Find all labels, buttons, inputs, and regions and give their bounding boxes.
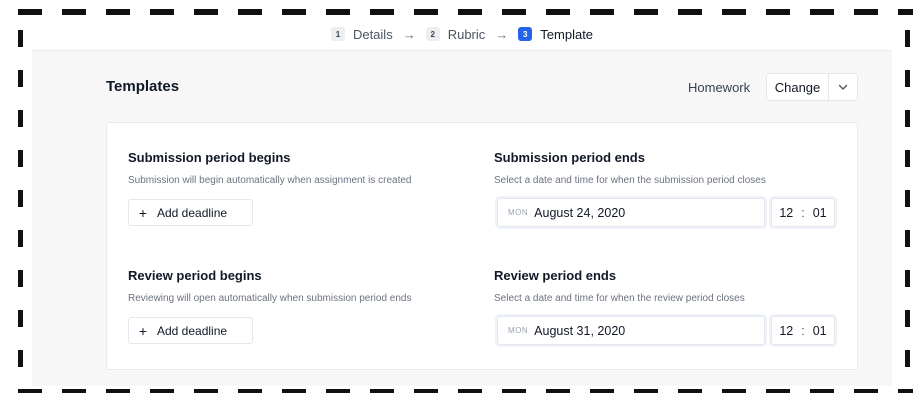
date-value: August 24, 2020	[534, 205, 626, 220]
section-title: Review period ends	[494, 268, 617, 283]
section-title: Submission period begins	[128, 150, 291, 165]
section-title: Review period begins	[128, 268, 262, 283]
time-separator: :	[801, 323, 805, 338]
dashed-frame-top	[18, 9, 913, 15]
selected-template-name: Homework	[688, 80, 751, 95]
step-number: 1	[330, 27, 345, 41]
step-label: Details	[352, 26, 393, 42]
weekday-label: MON	[508, 208, 529, 217]
review-begins-section: Review period begins Reviewing will open…	[128, 268, 411, 304]
section-description: Submission will begin automatically when…	[128, 175, 412, 186]
plus-icon: +	[138, 204, 148, 221]
template-change-dropdown[interactable]: Change	[766, 73, 858, 101]
step-label: Rubric	[447, 26, 486, 42]
submission-end-time-input[interactable]: 12 : 01	[771, 198, 835, 227]
chevron-down-icon[interactable]	[829, 74, 857, 100]
section-description: Select a date and time for when the subm…	[494, 175, 766, 186]
step-number: 3	[518, 27, 533, 41]
add-review-deadline-button[interactable]: + Add deadline	[128, 317, 253, 344]
section-title: Submission period ends	[494, 150, 645, 165]
template-page: 1 Details → 2 Rubric → 3 Template Templa…	[32, 18, 892, 386]
section-description: Select a date and time for when the revi…	[494, 293, 745, 304]
submission-end-date-input[interactable]: MON August 24, 2020	[497, 198, 765, 227]
button-label: Add deadline	[157, 323, 228, 338]
minute-value[interactable]: 01	[813, 206, 827, 220]
step-navigation: 1 Details → 2 Rubric → 3 Template	[32, 18, 892, 51]
section-description: Reviewing will open automatically when s…	[128, 293, 412, 304]
step-number: 2	[425, 27, 440, 41]
dashed-frame-left	[18, 30, 23, 382]
minute-value[interactable]: 01	[813, 324, 827, 338]
review-end-time-input[interactable]: 12 : 01	[771, 316, 835, 345]
add-submission-deadline-button[interactable]: + Add deadline	[128, 199, 253, 226]
change-template-button[interactable]: Change	[767, 74, 829, 100]
hour-value[interactable]: 12	[779, 324, 793, 338]
deadlines-card: Submission period begins Submission will…	[106, 122, 858, 370]
review-ends-section: Review period ends Select a date and tim…	[494, 268, 745, 304]
plus-icon: +	[138, 322, 148, 339]
weekday-label: MON	[508, 326, 529, 335]
hour-value[interactable]: 12	[779, 206, 793, 220]
arrow-right-icon: →	[402, 26, 416, 42]
review-end-date-input[interactable]: MON August 31, 2020	[497, 316, 765, 345]
dashed-frame-bottom	[18, 389, 913, 393]
step-rubric[interactable]: 2 Rubric	[425, 26, 486, 42]
step-details[interactable]: 1 Details	[330, 26, 393, 42]
page-title: Templates	[106, 78, 180, 95]
dashed-frame-right	[905, 30, 910, 382]
arrow-right-icon: →	[495, 26, 509, 42]
submission-begins-section: Submission period begins Submission will…	[128, 150, 411, 186]
step-label: Template	[540, 26, 594, 42]
step-template[interactable]: 3 Template	[518, 27, 593, 42]
date-value: August 31, 2020	[534, 323, 626, 338]
submission-ends-section: Submission period ends Select a date and…	[494, 150, 766, 186]
time-separator: :	[801, 205, 805, 220]
button-label: Add deadline	[157, 205, 228, 220]
